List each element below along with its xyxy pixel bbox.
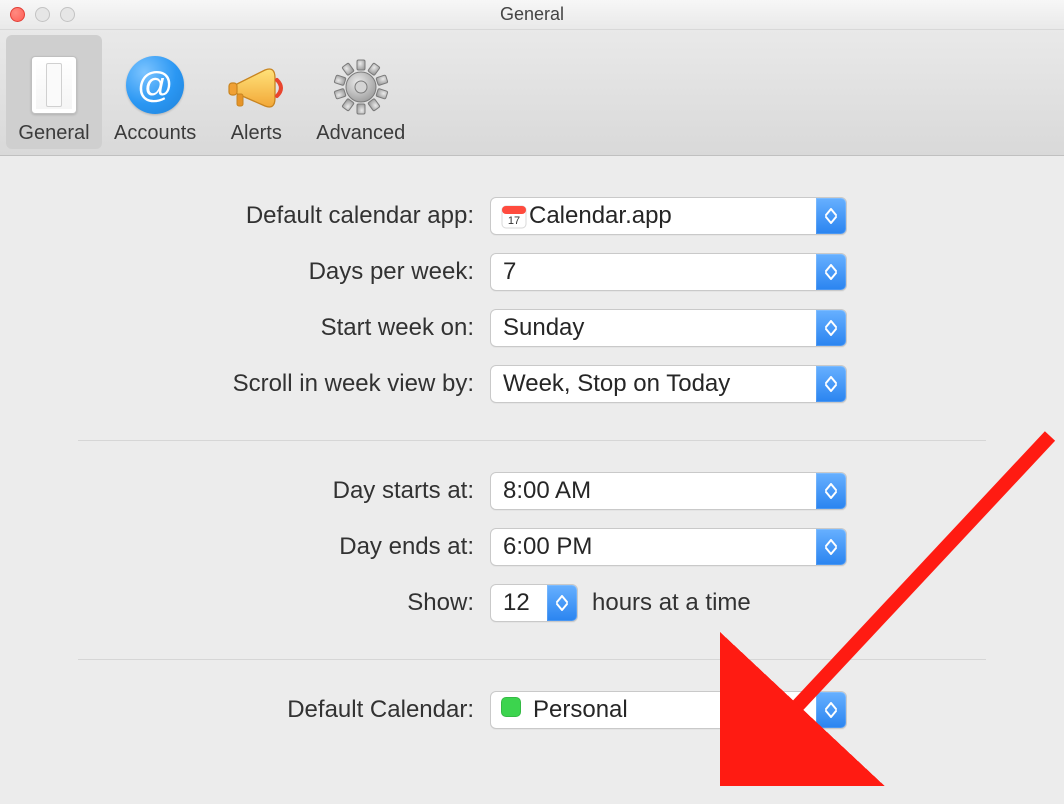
row-day-starts: Day starts at: 8:00 AM xyxy=(0,463,1064,519)
row-scroll-week: Scroll in week view by: Week, Stop on To… xyxy=(0,356,1064,412)
default-calendar-label: Default Calendar: xyxy=(0,696,490,724)
tab-general[interactable]: General xyxy=(6,35,102,149)
tab-advanced[interactable]: Advanced xyxy=(304,35,417,149)
default-app-label: Default calendar app: xyxy=(0,202,490,230)
tab-label: Advanced xyxy=(316,122,405,145)
days-per-week-popup[interactable]: 7 xyxy=(490,253,847,291)
days-per-week-label: Days per week: xyxy=(0,258,490,286)
stepper-arrows-icon xyxy=(547,585,577,621)
divider xyxy=(78,659,986,660)
show-hours-suffix: hours at a time xyxy=(592,589,751,617)
megaphone-icon xyxy=(225,58,287,116)
scroll-week-popup[interactable]: Week, Stop on Today xyxy=(490,365,847,403)
show-hours-value: 12 xyxy=(491,589,542,617)
calendar-app-icon: 17 xyxy=(491,203,517,229)
tab-label: Alerts xyxy=(231,122,282,145)
zoom-window-button[interactable] xyxy=(60,7,75,22)
scroll-week-value: Week, Stop on Today xyxy=(491,370,742,398)
tab-alerts[interactable]: Alerts xyxy=(208,35,304,149)
start-week-on-popup[interactable]: Sunday xyxy=(490,309,847,347)
stepper-arrows-icon xyxy=(816,529,846,565)
row-default-app: Default calendar app: 17 Calendar.app xyxy=(0,188,1064,244)
preferences-body: Default calendar app: 17 Calendar.app D xyxy=(0,156,1064,804)
tab-label: Accounts xyxy=(114,122,196,145)
divider xyxy=(78,440,986,441)
row-day-ends: Day ends at: 6:00 PM xyxy=(0,519,1064,575)
day-ends-popup[interactable]: 6:00 PM xyxy=(490,528,847,566)
row-default-calendar: Default Calendar: Personal xyxy=(0,682,1064,738)
days-per-week-value: 7 xyxy=(491,258,528,286)
calendar-color-icon xyxy=(491,696,521,724)
show-hours-popup[interactable]: 12 xyxy=(490,584,578,622)
preferences-toolbar: General @ Accounts Alerts xyxy=(0,30,1064,156)
stepper-arrows-icon xyxy=(816,473,846,509)
row-start-week-on: Start week on: Sunday xyxy=(0,300,1064,356)
day-starts-popup[interactable]: 8:00 AM xyxy=(490,472,847,510)
start-week-on-value: Sunday xyxy=(491,314,596,342)
show-hours-label: Show: xyxy=(0,589,490,617)
default-app-popup[interactable]: 17 Calendar.app xyxy=(490,197,847,235)
titlebar: General xyxy=(0,0,1064,30)
day-starts-label: Day starts at: xyxy=(0,477,490,505)
row-show-hours: Show: 12 hours at a time xyxy=(0,575,1064,631)
day-starts-value: 8:00 AM xyxy=(491,477,603,505)
stepper-arrows-icon xyxy=(816,366,846,402)
tab-accounts[interactable]: @ Accounts xyxy=(102,35,208,149)
default-calendar-value: Personal xyxy=(521,696,640,724)
start-week-on-label: Start week on: xyxy=(0,314,490,342)
window-title: General xyxy=(500,4,564,25)
minimize-window-button[interactable] xyxy=(35,7,50,22)
default-app-value: Calendar.app xyxy=(517,202,684,230)
traffic-lights xyxy=(10,7,75,22)
row-days-per-week: Days per week: 7 xyxy=(0,244,1064,300)
default-calendar-popup[interactable]: Personal xyxy=(490,691,847,729)
stepper-arrows-icon xyxy=(816,198,846,234)
stepper-arrows-icon xyxy=(816,310,846,346)
stepper-arrows-icon xyxy=(816,692,846,728)
scroll-week-label: Scroll in week view by: xyxy=(0,370,490,398)
general-icon xyxy=(23,54,85,116)
day-ends-label: Day ends at: xyxy=(0,533,490,561)
close-window-button[interactable] xyxy=(10,7,25,22)
day-ends-value: 6:00 PM xyxy=(491,533,604,561)
at-icon: @ xyxy=(124,54,186,116)
gear-icon xyxy=(332,58,390,116)
tab-label: General xyxy=(18,122,89,145)
stepper-arrows-icon xyxy=(816,254,846,290)
